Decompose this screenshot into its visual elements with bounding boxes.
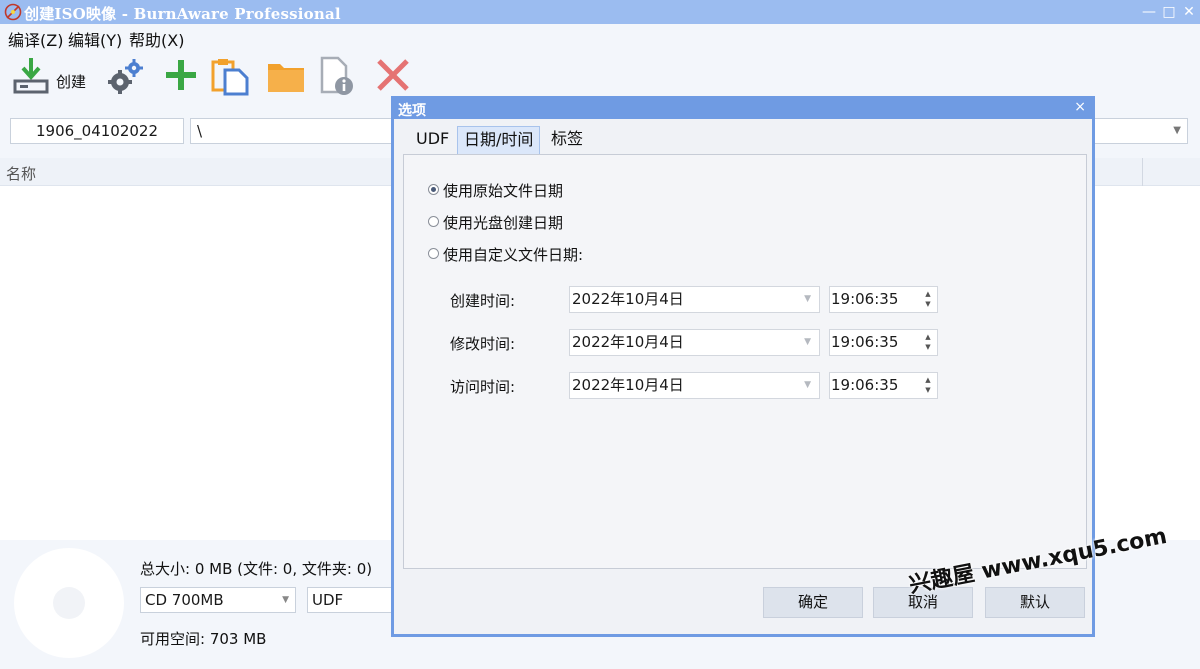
radio-label: 使用光盘创建日期 <box>443 214 564 232</box>
free-space-text: 可用空间: 703 MB <box>140 630 267 648</box>
modified-date-picker[interactable]: 2022年10月4日 ▼ <box>569 329 820 356</box>
disc-icon <box>14 548 124 658</box>
settings-gears-icon <box>108 59 143 94</box>
disc-type-value: CD 700MB <box>145 591 224 609</box>
properties-button[interactable] <box>318 56 358 96</box>
delete-x-icon <box>377 59 409 91</box>
default-button[interactable]: 默认 <box>985 587 1085 618</box>
chevron-down-icon: ▼ <box>804 294 811 304</box>
tab-date-time[interactable]: 日期/时间 <box>457 126 541 154</box>
modified-time-label: 修改时间: <box>450 335 516 353</box>
accessed-date-picker[interactable]: 2022年10月4日 ▼ <box>569 372 820 399</box>
volume-label-input[interactable]: 1906_04102022 <box>10 118 184 144</box>
dialog-close-button[interactable]: × <box>1074 99 1086 115</box>
chevron-down-icon: ▼ <box>1173 125 1181 136</box>
close-button[interactable]: ✕ <box>1179 2 1199 22</box>
maximize-button[interactable]: □ <box>1159 2 1179 22</box>
menu-edit[interactable]: 编辑(Y) <box>68 27 122 51</box>
path-text: \ <box>197 122 203 140</box>
tab-labels[interactable]: 标签 <box>545 126 589 154</box>
title-bar: 创建ISO映像 - BurnAware Professional — □ ✕ <box>0 0 1200 24</box>
created-date-picker[interactable]: 2022年10月4日 ▼ <box>569 286 820 313</box>
add-plus-icon <box>166 60 196 90</box>
new-folder-button[interactable] <box>266 56 306 96</box>
date-time-panel: 使用原始文件日期 使用光盘创建日期 使用自定义文件日期: 创建时间: 2022年… <box>403 154 1087 569</box>
radio-unselected-icon[interactable] <box>428 248 439 259</box>
radio-selected-icon[interactable] <box>428 184 439 195</box>
column-separator[interactable] <box>1142 158 1143 186</box>
add-button[interactable] <box>162 56 202 96</box>
radio-unselected-icon[interactable] <box>428 216 439 227</box>
accessed-time-label: 访问时间: <box>450 378 516 396</box>
disc-hole <box>53 587 85 619</box>
spin-arrows-icon[interactable]: ▲ ▼ <box>923 332 933 352</box>
spin-arrows-icon[interactable]: ▲ ▼ <box>923 375 933 395</box>
app-logo-icon <box>4 3 22 21</box>
date-value: 2022年10月4日 <box>572 333 684 351</box>
date-value: 2022年10月4日 <box>572 376 684 394</box>
dialog-title-bar: 选项 × <box>394 99 1092 119</box>
create-button[interactable]: 创建 <box>12 56 92 96</box>
filesystem-select[interactable]: UDF <box>307 587 393 613</box>
total-size-text: 总大小: 0 MB (文件: 0, 文件夹: 0) <box>140 560 373 578</box>
folder-icon <box>268 64 304 92</box>
paste-button[interactable] <box>211 56 251 96</box>
filesystem-value: UDF <box>312 591 344 609</box>
ok-button[interactable]: 确定 <box>763 587 863 618</box>
file-info-icon <box>320 56 353 95</box>
column-name[interactable]: 名称 <box>6 163 36 184</box>
chevron-down-icon: ▼ <box>282 595 289 605</box>
chevron-down-icon: ▼ <box>804 337 811 347</box>
time-value: 19:06:35 <box>831 376 899 394</box>
menu-bar: 编译(Z) 编辑(Y) 帮助(X) <box>0 24 1200 50</box>
time-value: 19:06:35 <box>831 333 899 351</box>
menu-compile[interactable]: 编译(Z) <box>8 27 63 51</box>
chevron-down-icon: ▼ <box>804 380 811 390</box>
settings-button[interactable] <box>106 56 146 96</box>
tab-udf[interactable]: UDF <box>410 126 455 154</box>
accessed-time-input[interactable]: 19:06:35 ▲ ▼ <box>829 372 938 399</box>
radio-label: 使用原始文件日期 <box>443 182 564 200</box>
created-time-label: 创建时间: <box>450 292 516 310</box>
menu-help[interactable]: 帮助(X) <box>129 27 184 51</box>
modified-time-input[interactable]: 19:06:35 ▲ ▼ <box>829 329 938 356</box>
created-time-input[interactable]: 19:06:35 ▲ ▼ <box>829 286 938 313</box>
paste-clipboard-icon <box>211 59 249 96</box>
disc-type-select[interactable]: CD 700MB ▼ <box>140 587 296 613</box>
create-download-icon <box>13 58 49 94</box>
dialog-title: 选项 <box>398 103 426 119</box>
time-value: 19:06:35 <box>831 290 899 308</box>
radio-label: 使用自定义文件日期: <box>443 246 584 264</box>
spin-arrows-icon[interactable]: ▲ ▼ <box>923 289 933 309</box>
minimize-button[interactable]: — <box>1139 2 1159 22</box>
create-label: 创建 <box>56 73 87 91</box>
window-title: 创建ISO映像 - BurnAware Professional <box>24 5 341 23</box>
delete-button[interactable] <box>374 56 414 96</box>
date-value: 2022年10月4日 <box>572 290 684 308</box>
